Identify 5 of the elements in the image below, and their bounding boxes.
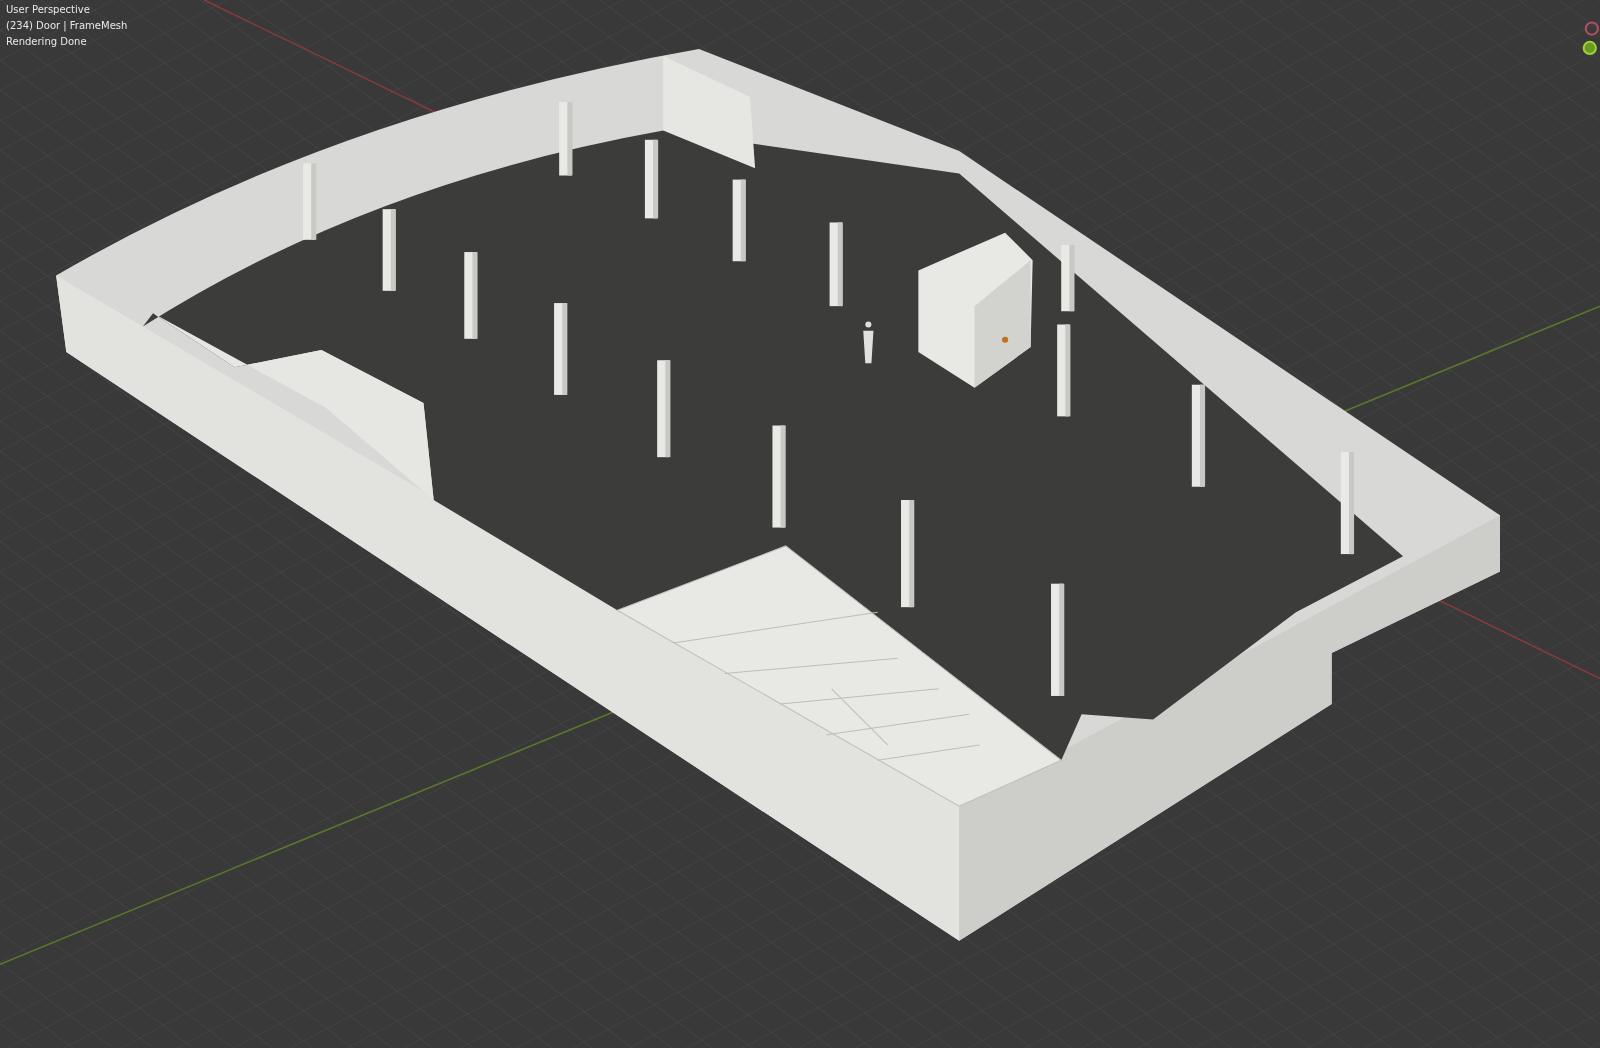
viewport-overlay-text: Rendering Done	[6, 35, 88, 49]
viewport[interactable]: User Perspective (234) Door | FrameMesh Rendering Done	[0, 0, 1600, 1048]
viewport-overlay-text: (234) Door | FrameMesh	[6, 19, 128, 34]
navigation-gizmo-icon[interactable]	[1582, 21, 1599, 56]
viewport-overlay-text: User Perspective	[6, 3, 91, 17]
